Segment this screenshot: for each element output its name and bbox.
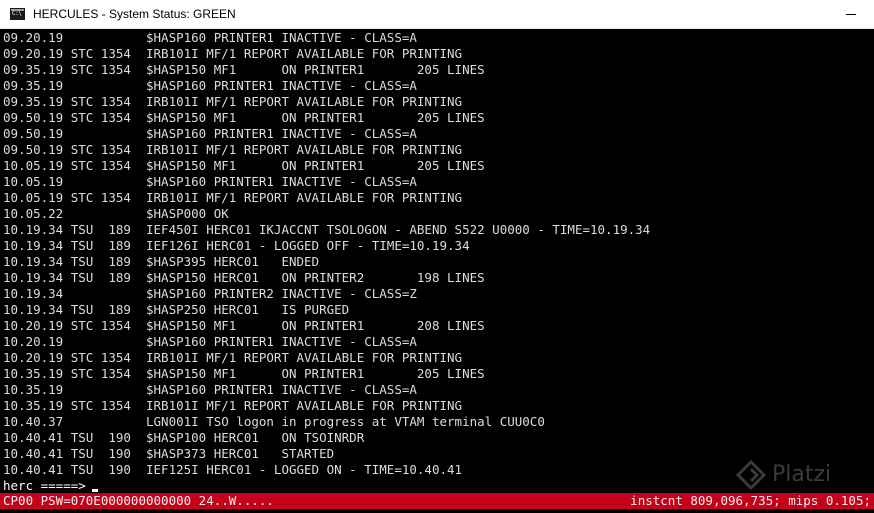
command-prompt: herc =====>: [3, 478, 86, 493]
console-line: 10.05.22 $HASP000 OK: [3, 206, 229, 221]
console-line: 10.20.19 STC 1354 IRB101I MF/1 REPORT AV…: [3, 350, 463, 365]
console-line: 09.35.19 $HASP160 PRINTER1 INACTIVE - CL…: [3, 78, 417, 93]
console-line: 10.19.34 TSU 189 $HASP395 HERC01 ENDED: [3, 254, 320, 269]
console-line: 10.05.19 $HASP160 PRINTER1 INACTIVE - CL…: [3, 174, 417, 189]
command-input-line[interactable]: herc =====>: [3, 478, 98, 494]
watermark-text: Platzi: [772, 462, 832, 487]
console-line: 10.40.37 LGN001I TSO logon in progress a…: [3, 414, 545, 429]
console-line: 09.50.19 $HASP160 PRINTER1 INACTIVE - CL…: [3, 126, 417, 141]
instruction-count-status: instcnt 809,096,735; mips 0.105;: [630, 493, 871, 508]
platzi-watermark: Platzi: [736, 458, 866, 492]
console-line: 10.20.19 $HASP160 PRINTER1 INACTIVE - CL…: [3, 334, 417, 349]
console-line: 10.19.34 TSU 189 IEF126I HERC01 - LOGGED…: [3, 238, 470, 253]
window-title: HERCULES - System Status: GREEN: [33, 7, 236, 21]
console-line: 10.05.19 STC 1354 IRB101I MF/1 REPORT AV…: [3, 190, 463, 205]
bottom-strip: [0, 509, 874, 513]
hercules-console-window: C:\ HERCULES - System Status: GREEN 09.2…: [0, 0, 874, 513]
platzi-logo-icon: [736, 460, 766, 490]
console-line: 09.20.19 STC 1354 IRB101I MF/1 REPORT AV…: [3, 46, 463, 61]
status-bar: CP00 PSW=070E000000000000 24..W..... ins…: [0, 493, 874, 509]
console-line: 10.35.19 STC 1354 IRB101I MF/1 REPORT AV…: [3, 398, 463, 413]
console-line: 09.35.19 STC 1354 IRB101I MF/1 REPORT AV…: [3, 94, 463, 109]
console-line: 09.20.19 $HASP160 PRINTER1 INACTIVE - CL…: [3, 30, 417, 45]
console-line: 10.05.19 STC 1354 $HASP150 MF1 ON PRINTE…: [3, 158, 485, 173]
console-line: 09.50.19 STC 1354 IRB101I MF/1 REPORT AV…: [3, 142, 463, 157]
console-line: 10.40.41 TSU 190 $HASP100 HERC01 ON TSOI…: [3, 430, 365, 445]
minimize-button[interactable]: [828, 0, 874, 29]
console-line: 10.19.34 TSU 189 IEF450I HERC01 IKJACCNT…: [3, 222, 651, 237]
cpu-psw-status: CP00 PSW=070E000000000000 24..W.....: [3, 493, 274, 508]
console-line: 10.19.34 TSU 189 $HASP250 HERC01 IS PURG…: [3, 302, 350, 317]
console-line: 10.19.34 TSU 189 $HASP150 HERC01 ON PRIN…: [3, 270, 485, 285]
console-line: 09.35.19 STC 1354 $HASP150 MF1 ON PRINTE…: [3, 62, 485, 77]
title-bar[interactable]: C:\ HERCULES - System Status: GREEN: [0, 0, 874, 29]
console-line: 09.50.19 STC 1354 $HASP150 MF1 ON PRINTE…: [3, 110, 485, 125]
console-line: 10.20.19 STC 1354 $HASP150 MF1 ON PRINTE…: [3, 318, 485, 333]
command-prompt-icon: C:\: [10, 8, 25, 20]
console-line: 10.35.19 STC 1354 $HASP150 MF1 ON PRINTE…: [3, 366, 485, 381]
minimize-icon: [846, 14, 856, 15]
text-cursor: [91, 489, 98, 492]
console-line: 10.19.34 $HASP160 PRINTER2 INACTIVE - CL…: [3, 286, 417, 301]
console-line: 10.35.19 $HASP160 PRINTER1 INACTIVE - CL…: [3, 382, 417, 397]
console-log[interactable]: 09.20.19 $HASP160 PRINTER1 INACTIVE - CL…: [3, 30, 874, 492]
